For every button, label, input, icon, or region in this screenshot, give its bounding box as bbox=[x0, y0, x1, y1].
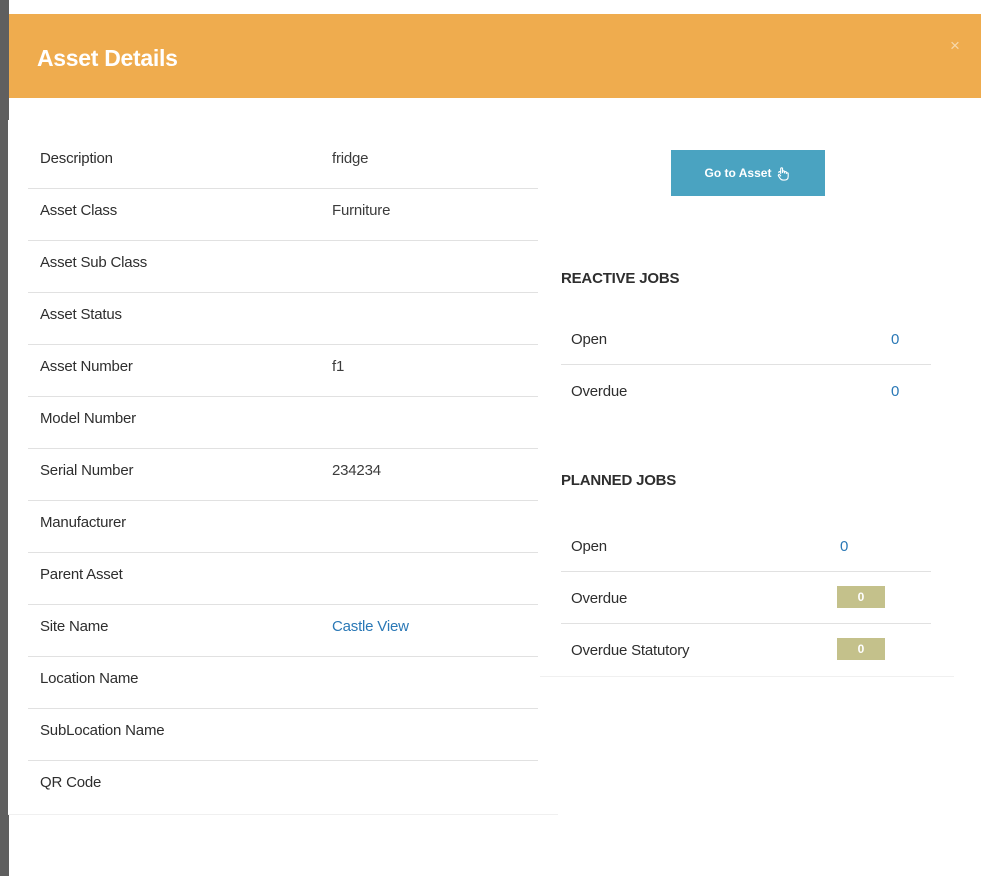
close-button[interactable]: × bbox=[947, 36, 963, 55]
detail-row-qr-code: QR Code bbox=[28, 760, 538, 812]
planned-jobs-title: PLANNED JOBS bbox=[561, 472, 677, 489]
planned-open-count[interactable]: 0 bbox=[840, 538, 848, 555]
reactive-open-row: Open 0 bbox=[561, 313, 931, 365]
detail-row-description: Description fridge bbox=[28, 136, 538, 189]
site-name-link[interactable]: Castle View bbox=[332, 618, 409, 635]
job-label: Open bbox=[571, 538, 607, 555]
go-to-asset-button[interactable]: Go to Asset bbox=[671, 150, 825, 196]
detail-row-site-name: Site Name Castle View bbox=[28, 604, 538, 657]
detail-label: Site Name bbox=[40, 618, 109, 635]
job-label: Open bbox=[571, 331, 607, 348]
reactive-jobs-title: REACTIVE JOBS bbox=[561, 270, 680, 287]
planned-overdue-statutory-row: Overdue Statutory 0 bbox=[561, 624, 931, 675]
planned-overdue-statutory-badge[interactable]: 0 bbox=[837, 638, 885, 660]
modal-title: Asset Details bbox=[37, 45, 178, 71]
detail-row-asset-class: Asset Class Furniture bbox=[28, 188, 538, 241]
detail-row-asset-sub-class: Asset Sub Class bbox=[28, 240, 538, 293]
reactive-overdue-count[interactable]: 0 bbox=[891, 383, 899, 400]
detail-row-serial-number: Serial Number 234234 bbox=[28, 448, 538, 501]
detail-row-asset-number: Asset Number f1 bbox=[28, 344, 538, 397]
hand-pointer-icon bbox=[776, 166, 791, 181]
detail-label: SubLocation Name bbox=[40, 722, 165, 739]
go-to-asset-label: Go to Asset bbox=[704, 166, 772, 180]
job-label: Overdue bbox=[571, 383, 628, 400]
detail-value: fridge bbox=[332, 150, 369, 167]
detail-row-manufacturer: Manufacturer bbox=[28, 500, 538, 553]
job-label: Overdue Statutory bbox=[571, 642, 690, 659]
detail-label: QR Code bbox=[40, 774, 102, 791]
screen: Asset Details × Description fridge Asset… bbox=[0, 0, 981, 876]
detail-label: Asset Sub Class bbox=[40, 254, 148, 271]
detail-value: f1 bbox=[332, 358, 345, 375]
detail-label: Asset Status bbox=[40, 306, 122, 323]
jobs-summary-panel: Go to Asset REACTIVE JOBS Open 0 Overdue… bbox=[540, 120, 954, 677]
detail-label: Asset Class bbox=[40, 202, 117, 219]
detail-label: Manufacturer bbox=[40, 514, 126, 531]
detail-value: Furniture bbox=[332, 202, 391, 219]
detail-label: Description bbox=[40, 150, 113, 167]
planned-open-row: Open 0 bbox=[561, 520, 931, 572]
detail-label: Parent Asset bbox=[40, 566, 123, 583]
detail-value: 234234 bbox=[332, 462, 381, 479]
detail-row-asset-status: Asset Status bbox=[28, 292, 538, 345]
planned-overdue-row: Overdue 0 bbox=[561, 572, 931, 624]
detail-label: Model Number bbox=[40, 410, 136, 427]
detail-label: Location Name bbox=[40, 670, 139, 687]
detail-row-model-number: Model Number bbox=[28, 396, 538, 449]
detail-row-parent-asset: Parent Asset bbox=[28, 552, 538, 605]
job-label: Overdue bbox=[571, 590, 628, 607]
asset-details-table: Description fridge Asset Class Furniture… bbox=[8, 120, 558, 815]
detail-row-sublocation-name: SubLocation Name bbox=[28, 708, 538, 761]
planned-overdue-badge[interactable]: 0 bbox=[837, 586, 885, 608]
detail-label: Asset Number bbox=[40, 358, 133, 375]
modal-header: Asset Details × bbox=[9, 14, 981, 98]
close-icon: × bbox=[950, 36, 960, 55]
reactive-open-count[interactable]: 0 bbox=[891, 331, 899, 348]
top-strip bbox=[0, 0, 981, 14]
detail-label: Serial Number bbox=[40, 462, 134, 479]
detail-row-location-name: Location Name bbox=[28, 656, 538, 709]
reactive-overdue-row: Overdue 0 bbox=[561, 365, 931, 416]
